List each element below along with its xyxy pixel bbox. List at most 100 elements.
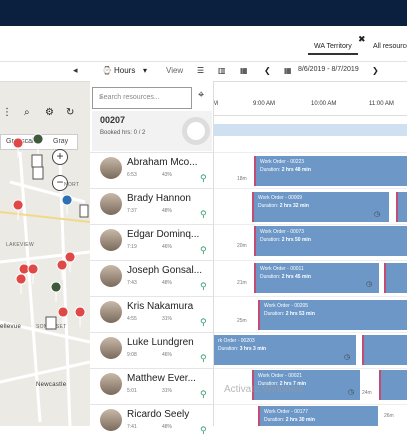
location-icon[interactable]: ⚲ — [200, 353, 207, 364]
work-order-booking[interactable] — [379, 370, 407, 400]
resource-row[interactable]: Ricardo Seely 7:41 48% ⚲ — [90, 404, 213, 440]
row-divider — [214, 224, 407, 225]
search-icon[interactable]: ⌕ — [99, 94, 186, 102]
requirement-id: 00207 — [100, 115, 126, 125]
work-order-booking[interactable]: Work Order - 00223 Duration: 2 hrs 48 mi… — [254, 156, 407, 186]
resource-hours: 6:53 — [127, 172, 137, 178]
row-divider — [214, 368, 407, 369]
work-order-booking[interactable]: Work Order - 00177 Duration: 2 hrs 30 mi… — [258, 406, 378, 426]
location-icon[interactable]: ⚲ — [200, 317, 207, 328]
travel-time: 24m — [362, 390, 372, 396]
row-divider — [214, 296, 407, 297]
resource-row[interactable]: Edgar Dominq... 7:19 46% ⚲ — [90, 224, 213, 260]
work-order-title: Work Order - 00021 — [258, 373, 303, 379]
work-order-booking[interactable]: Work Order - 00205 Duration: 2 hrs 53 mi… — [258, 300, 407, 330]
requirement-summary[interactable]: 00207 Booked hrs: 0 / 2 — [92, 111, 212, 151]
close-tab-icon[interactable]: ✖ — [358, 34, 366, 45]
avatar — [100, 157, 122, 179]
work-order-duration: Duration: 2 hrs 48 min — [260, 167, 311, 173]
time-label: 10:00 AM — [311, 101, 337, 107]
work-order-duration: Duration: 2 hrs 30 min — [264, 417, 315, 423]
resource-hours: 5:01 — [127, 388, 137, 394]
resource-utilization: 31% — [162, 388, 173, 394]
work-order-duration: Duration: 2 hrs 45 min — [260, 274, 311, 280]
work-order-duration: Duration: 2 hrs 32 min — [258, 203, 309, 209]
resource-row[interactable]: Joseph Gonsal... 7:43 48% ⚲ — [90, 260, 213, 296]
work-order-booking[interactable] — [396, 192, 407, 222]
schedule-board[interactable]: M 9:00 AM 10:00 AM 11:00 AM 18m Work Ord… — [214, 82, 407, 426]
resource-row[interactable]: Matthew Ever... 5:01 31% ⚲ — [90, 368, 213, 404]
travel-time: 21m — [237, 280, 247, 286]
work-order-booking[interactable] — [384, 263, 407, 293]
map-pin-icon — [61, 194, 73, 216]
hours-dropdown[interactable]: Hours — [114, 66, 135, 75]
resource-name: Brady Hannon — [127, 193, 191, 204]
map-building-icon — [32, 166, 44, 180]
list-view-icon[interactable]: ☰ — [197, 66, 204, 75]
time-label: 11:00 AM — [369, 101, 394, 107]
work-order-booking[interactable]: rk Order - 00203 Duration: 3 hrs 3 min — [214, 335, 356, 365]
work-order-duration: Duration: 2 hrs 53 min — [264, 311, 315, 317]
grid-view-icon[interactable]: ▦ — [240, 66, 248, 75]
tab-bar: WA Territory ✖ All resources — [0, 26, 407, 62]
resource-hours: 9:08 — [127, 352, 137, 358]
next-date-button[interactable]: ❯ — [372, 66, 379, 75]
tab-all-resources[interactable]: All resources — [373, 39, 407, 55]
resource-row[interactable]: Luke Lundgren 9:08 46% ⚲ — [90, 332, 213, 368]
search-resources-input[interactable]: Search resources... ⌕ — [92, 87, 192, 109]
map-pin-icon — [12, 199, 24, 221]
map-pin-icon — [57, 306, 69, 328]
resource-row[interactable]: Abraham Mco... 6:53 43% ⚲ — [90, 152, 213, 188]
location-icon[interactable]: ⚲ — [200, 209, 207, 220]
location-icon[interactable]: ⚲ — [200, 281, 207, 292]
work-order-title: Work Order - 00073 — [260, 229, 305, 235]
location-icon[interactable]: ⚲ — [200, 425, 207, 436]
location-icon[interactable]: ⚲ — [200, 173, 207, 184]
resource-utilization: 46% — [162, 352, 173, 358]
map-pin-icon — [50, 281, 62, 303]
resource-hours: 7:41 — [127, 424, 137, 430]
work-order-title: Work Order - 00223 — [260, 159, 305, 165]
avatar — [100, 409, 122, 431]
work-order-booking[interactable]: Work Order - 00073 Duration: 2 hrs 50 mi… — [254, 226, 407, 256]
resource-list-panel: Search resources... ⌕ ⌖ 00207 Booked hrs… — [90, 81, 214, 435]
calendar-icon[interactable]: ▦ — [284, 66, 292, 75]
columns-view-icon[interactable]: ▥ — [218, 66, 226, 75]
work-order-duration: Duration: 2 hrs 50 min — [260, 237, 311, 243]
resource-utilization: 31% — [162, 316, 173, 322]
clock-icon: ◷ — [374, 211, 381, 218]
resource-row[interactable]: Brady Hannon 7:37 48% ⚲ — [90, 188, 213, 224]
work-order-title: Work Order - 00177 — [264, 409, 309, 415]
map-pin-icon — [12, 137, 24, 159]
resource-hours: 7:19 — [127, 244, 137, 250]
work-order-booking[interactable] — [362, 335, 407, 365]
location-icon[interactable]: ⚲ — [200, 245, 207, 256]
map-pin-icon — [32, 133, 44, 155]
resource-name: Joseph Gonsal... — [127, 265, 203, 276]
travel-time: 20m — [237, 243, 247, 249]
resource-name: Ricardo Seely — [127, 409, 190, 420]
map-panel[interactable]: ◂ ⋮ ⌕ ⚙ ↻ Grayscale Gray + − NORT LAKEVI… — [0, 62, 90, 426]
app-top-bar — [0, 0, 407, 26]
map-building-icon — [79, 204, 89, 218]
location-icon[interactable]: ⚲ — [200, 389, 207, 400]
time-label: M — [214, 101, 218, 107]
chevron-down-icon[interactable]: ▾ — [143, 66, 147, 75]
work-order-booking[interactable]: Work Order - 00011 Duration: 2 hrs 45 mi… — [254, 263, 379, 293]
resource-name: Matthew Ever... — [127, 373, 196, 384]
row-divider — [214, 332, 407, 333]
map-pin-icon — [27, 263, 39, 285]
map-pin-icon[interactable]: ⌖ — [198, 89, 204, 102]
tab-wa-territory[interactable]: WA Territory — [308, 39, 358, 55]
avatar — [100, 301, 122, 323]
resource-hours: 7:37 — [127, 208, 137, 214]
resource-name: Edgar Dominq... — [127, 229, 200, 240]
resource-row[interactable]: Kris Nakamura 4:55 31% ⚲ — [90, 296, 213, 332]
row-divider — [214, 152, 407, 153]
date-range[interactable]: 8/6/2019 - 8/7/2019 — [298, 66, 359, 73]
time-header: M 9:00 AM 10:00 AM 11:00 AM — [214, 82, 407, 116]
avatar — [100, 229, 122, 251]
map-pin-icon — [74, 306, 86, 328]
work-order-booking[interactable]: Work Order - 00009 Duration: 2 hrs 32 mi… — [252, 192, 389, 222]
previous-date-button[interactable]: ❮ — [264, 66, 271, 75]
